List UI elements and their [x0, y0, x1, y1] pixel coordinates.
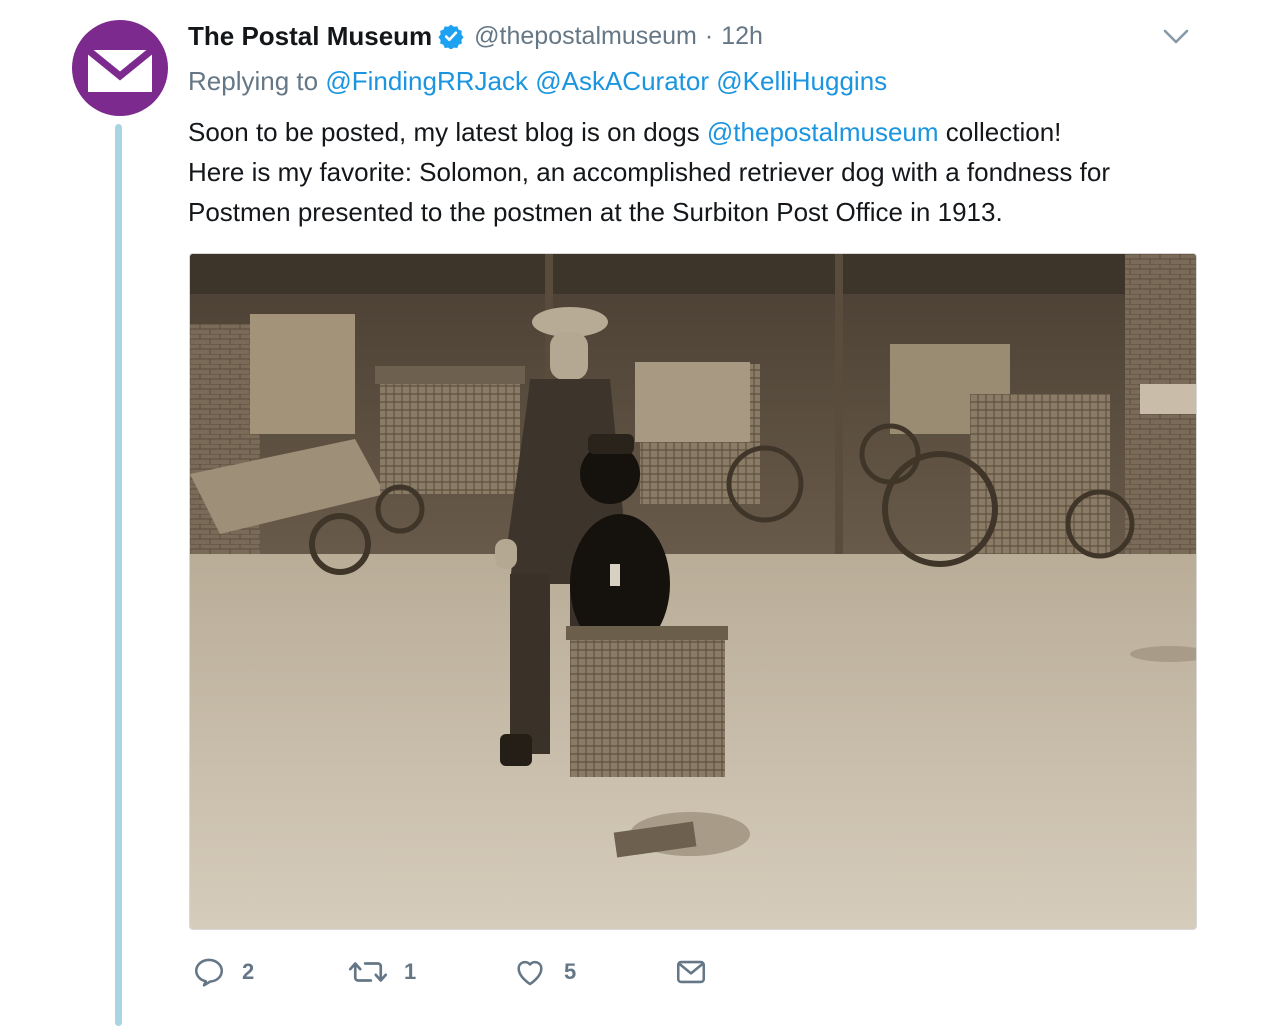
retweet-icon — [348, 962, 388, 982]
reply-icon — [194, 958, 224, 987]
mention-link[interactable]: @FindingRRJack — [325, 66, 528, 96]
envelope-icon — [85, 47, 155, 92]
envelope-icon — [676, 960, 706, 984]
retweet-button[interactable]: 1 — [348, 950, 416, 994]
like-count: 5 — [564, 959, 577, 984]
heart-icon — [517, 960, 543, 986]
mention-link[interactable]: @KelliHuggins — [716, 66, 887, 96]
tweet-text-line: Soon to be posted, my latest blog is on … — [188, 112, 1218, 152]
chevron-down-icon[interactable] — [1160, 24, 1192, 48]
reply-count: 2 — [242, 959, 255, 984]
thread-line — [115, 124, 122, 1026]
mention-link[interactable]: @thepostalmuseum — [707, 117, 939, 147]
replying-prefix: Replying to — [188, 66, 319, 96]
direct-message-button[interactable] — [674, 950, 708, 994]
separator: · — [704, 21, 714, 50]
verified-badge-icon — [438, 23, 464, 50]
like-button[interactable]: 5 — [512, 950, 576, 994]
tweet-photo[interactable] — [189, 253, 1197, 930]
avatar[interactable] — [72, 20, 168, 116]
display-name[interactable]: The Postal Museum — [188, 21, 432, 52]
sepia-photo-dog-and-postman — [190, 254, 1196, 929]
tweet-actions: 2 1 5 — [188, 950, 748, 994]
text-segment: Soon to be posted, my latest blog is on … — [188, 117, 700, 147]
retweet-count: 1 — [404, 959, 417, 984]
text-segment: collection! — [945, 117, 1062, 147]
reply-button[interactable]: 2 — [192, 950, 254, 994]
replying-to: Replying to @FindingRRJack @AskACurator … — [188, 66, 887, 97]
handle[interactable]: @thepostalmuseum — [474, 22, 697, 51]
tweet-text: Soon to be posted, my latest blog is on … — [188, 112, 1218, 232]
tweet-text-line: Here is my favorite: Solomon, an accompl… — [188, 157, 1110, 187]
tweet-text-line: Postmen presented to the postmen at the … — [188, 197, 1003, 227]
tweet-header: The Postal Museum @thepostalmuseum · 12h — [188, 18, 763, 54]
mention-link[interactable]: @AskACurator — [535, 66, 709, 96]
timestamp[interactable]: 12h — [721, 22, 763, 51]
